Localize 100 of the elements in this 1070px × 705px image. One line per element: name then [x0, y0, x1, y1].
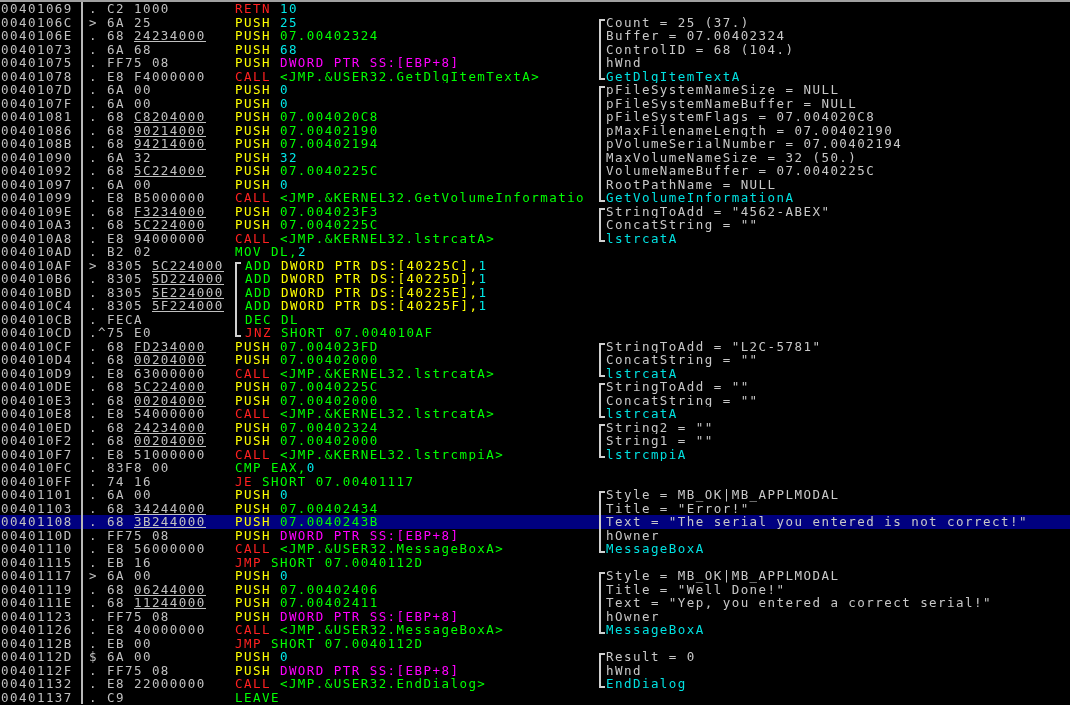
operand-text: DWORD PTR DS:[40225D],1: [280, 272, 488, 286]
jump-mark: .: [89, 501, 99, 515]
jump-mark: .: [89, 474, 99, 488]
jump-mark: .: [89, 434, 99, 448]
comment-text: pMaxFilenameLength = 07.00402190: [606, 123, 894, 137]
operand-text: 0: [279, 650, 289, 664]
comment-text: Count = 25 (37.): [606, 15, 750, 29]
mnemonic-text: PUSH: [235, 204, 271, 218]
mnemonic-text: PUSH: [235, 29, 271, 43]
jump-mark: .: [89, 542, 99, 556]
hex-bytes: 68 00204000: [107, 353, 206, 367]
operand-text: DL: [280, 312, 299, 326]
operand-text: 07.004023FD: [279, 339, 379, 353]
mnemonic-text: PUSH: [235, 83, 271, 97]
comment-text: Style = MB_OK|MB_APPLMODAL: [606, 569, 840, 583]
mnemonic-text: PUSH: [235, 528, 271, 542]
hex-bytes: 68 5C224000: [107, 164, 206, 178]
operand-text: SHORT 07.004010AF: [280, 326, 434, 340]
address-text: 00401108: [0, 515, 74, 529]
hex-bytes: 68 00204000: [107, 434, 206, 448]
mnemonic-text: LEAVE: [235, 690, 280, 704]
comment-text: Style = MB_OK|MB_APPLMODAL: [606, 488, 840, 502]
mnemonic-text: PUSH: [235, 393, 271, 407]
address-text: 00401115: [0, 555, 74, 569]
operand-text: <JMP.&KERNEL32.lstrcatA>: [279, 407, 496, 421]
address-text: 0040111E: [0, 596, 74, 610]
address-text: 004010E8: [0, 407, 74, 421]
address-text: 00401078: [0, 69, 74, 83]
mnemonic-text: PUSH: [235, 164, 271, 178]
hex-bytes: EB 00: [107, 636, 152, 650]
jump-mark: .: [89, 677, 99, 691]
jump-mark: .: [89, 83, 99, 97]
operand-text: 0: [279, 569, 289, 583]
comment-text: MessageBoxA: [606, 542, 705, 556]
comment-text: GetVolumeInformationA: [606, 191, 795, 205]
comment-text: Text = "Yep, you entered a correct serial!": [606, 596, 992, 610]
jump-mark: .: [89, 69, 99, 83]
jump-mark: .: [89, 29, 99, 43]
address-text: 004010C4: [0, 299, 74, 313]
operand-text: SHORT 07.0040112D: [270, 555, 424, 569]
mnemonic-text: JNZ: [245, 326, 272, 340]
mnemonic-text: CALL: [235, 407, 271, 421]
comment-text: pFileSystemFlags = 07.004020C8: [606, 110, 876, 124]
jump-mark: .: [89, 663, 99, 677]
comment-text: String1 = "": [606, 434, 714, 448]
operand-text: 07.00402406: [279, 582, 379, 596]
mnemonic-text: PUSH: [235, 177, 271, 191]
jump-mark: .: [89, 515, 99, 529]
comment-text: String2 = "": [606, 420, 714, 434]
mnemonic-text: CALL: [235, 191, 271, 205]
address-text: 00401137: [0, 690, 74, 704]
jump-mark: .: [89, 461, 99, 475]
jump-mark: .: [89, 150, 99, 164]
operand-text: 07.0040225C: [279, 164, 379, 178]
mnemonic-text: PUSH: [235, 650, 271, 664]
mnemonic-text: PUSH: [235, 488, 271, 502]
jump-mark: .: [89, 164, 99, 178]
address-text: 004010B6: [0, 272, 74, 286]
operand-text: <JMP.&KERNEL32.lstrcatA>: [279, 366, 496, 380]
comment-text: MaxVolumeNameSize = 32 (50.): [606, 150, 858, 164]
jump-mark: .: [89, 245, 99, 259]
jump-mark: .: [89, 42, 99, 56]
hex-bytes: 6A 00: [107, 650, 152, 664]
comment-text: VolumeNameBuffer = 07.0040225C: [606, 164, 876, 178]
jump-mark: .: [89, 488, 99, 502]
hex-bytes: 68 90214000: [107, 123, 206, 137]
address-text: 00401073: [0, 42, 74, 56]
jump-mark: .: [89, 231, 99, 245]
mnemonic-text: PUSH: [235, 420, 271, 434]
comment-text: StringToAdd = "4562-ABEX": [606, 204, 831, 218]
mnemonic-text: PUSH: [235, 110, 271, 124]
mnemonic-text: CMP: [235, 461, 262, 475]
comment-text: hWnd: [606, 663, 642, 677]
jump-mark: .: [89, 582, 99, 596]
mnemonic-text: PUSH: [235, 123, 271, 137]
hex-bytes: 68 FD234000: [107, 339, 206, 353]
operand-text: 0: [279, 83, 289, 97]
comment-text: Title = "Error!": [606, 501, 750, 515]
operand-text: 07.00402190: [279, 123, 379, 137]
mnemonic-text: PUSH: [235, 515, 271, 529]
hex-bytes: FF75 08: [107, 609, 170, 623]
hex-bytes: 68 3B244000: [107, 515, 206, 529]
comment-text: lstrcmpiA: [606, 447, 687, 461]
code-row[interactable]: 00401108 . 68 3B244000 PUSH 07.0040243B Text = "The serial you entered is not correct!": [0, 515, 1070, 529]
hex-bytes: C9: [107, 690, 125, 704]
mnemonic-text: MOV: [235, 245, 262, 259]
comment-text: Text = "The serial you entered is not correct!": [606, 515, 1028, 529]
jump-mark: >: [89, 258, 99, 272]
jump-mark: .: [89, 137, 99, 151]
operand-text: <JMP.&USER32.MessageBoxA>: [279, 623, 505, 637]
jump-mark: .: [89, 56, 99, 70]
address-text: 00401069: [0, 2, 74, 16]
address-text: 00401097: [0, 177, 74, 191]
hex-bytes: 8305 5D224000: [107, 272, 224, 286]
comment-text: hOwner: [606, 609, 660, 623]
mnemonic-text: PUSH: [235, 218, 271, 232]
mnemonic-text: PUSH: [235, 582, 271, 596]
jump-mark: .: [89, 609, 99, 623]
address-text: 004010ED: [0, 420, 74, 434]
hex-bytes: FECA: [107, 312, 143, 326]
